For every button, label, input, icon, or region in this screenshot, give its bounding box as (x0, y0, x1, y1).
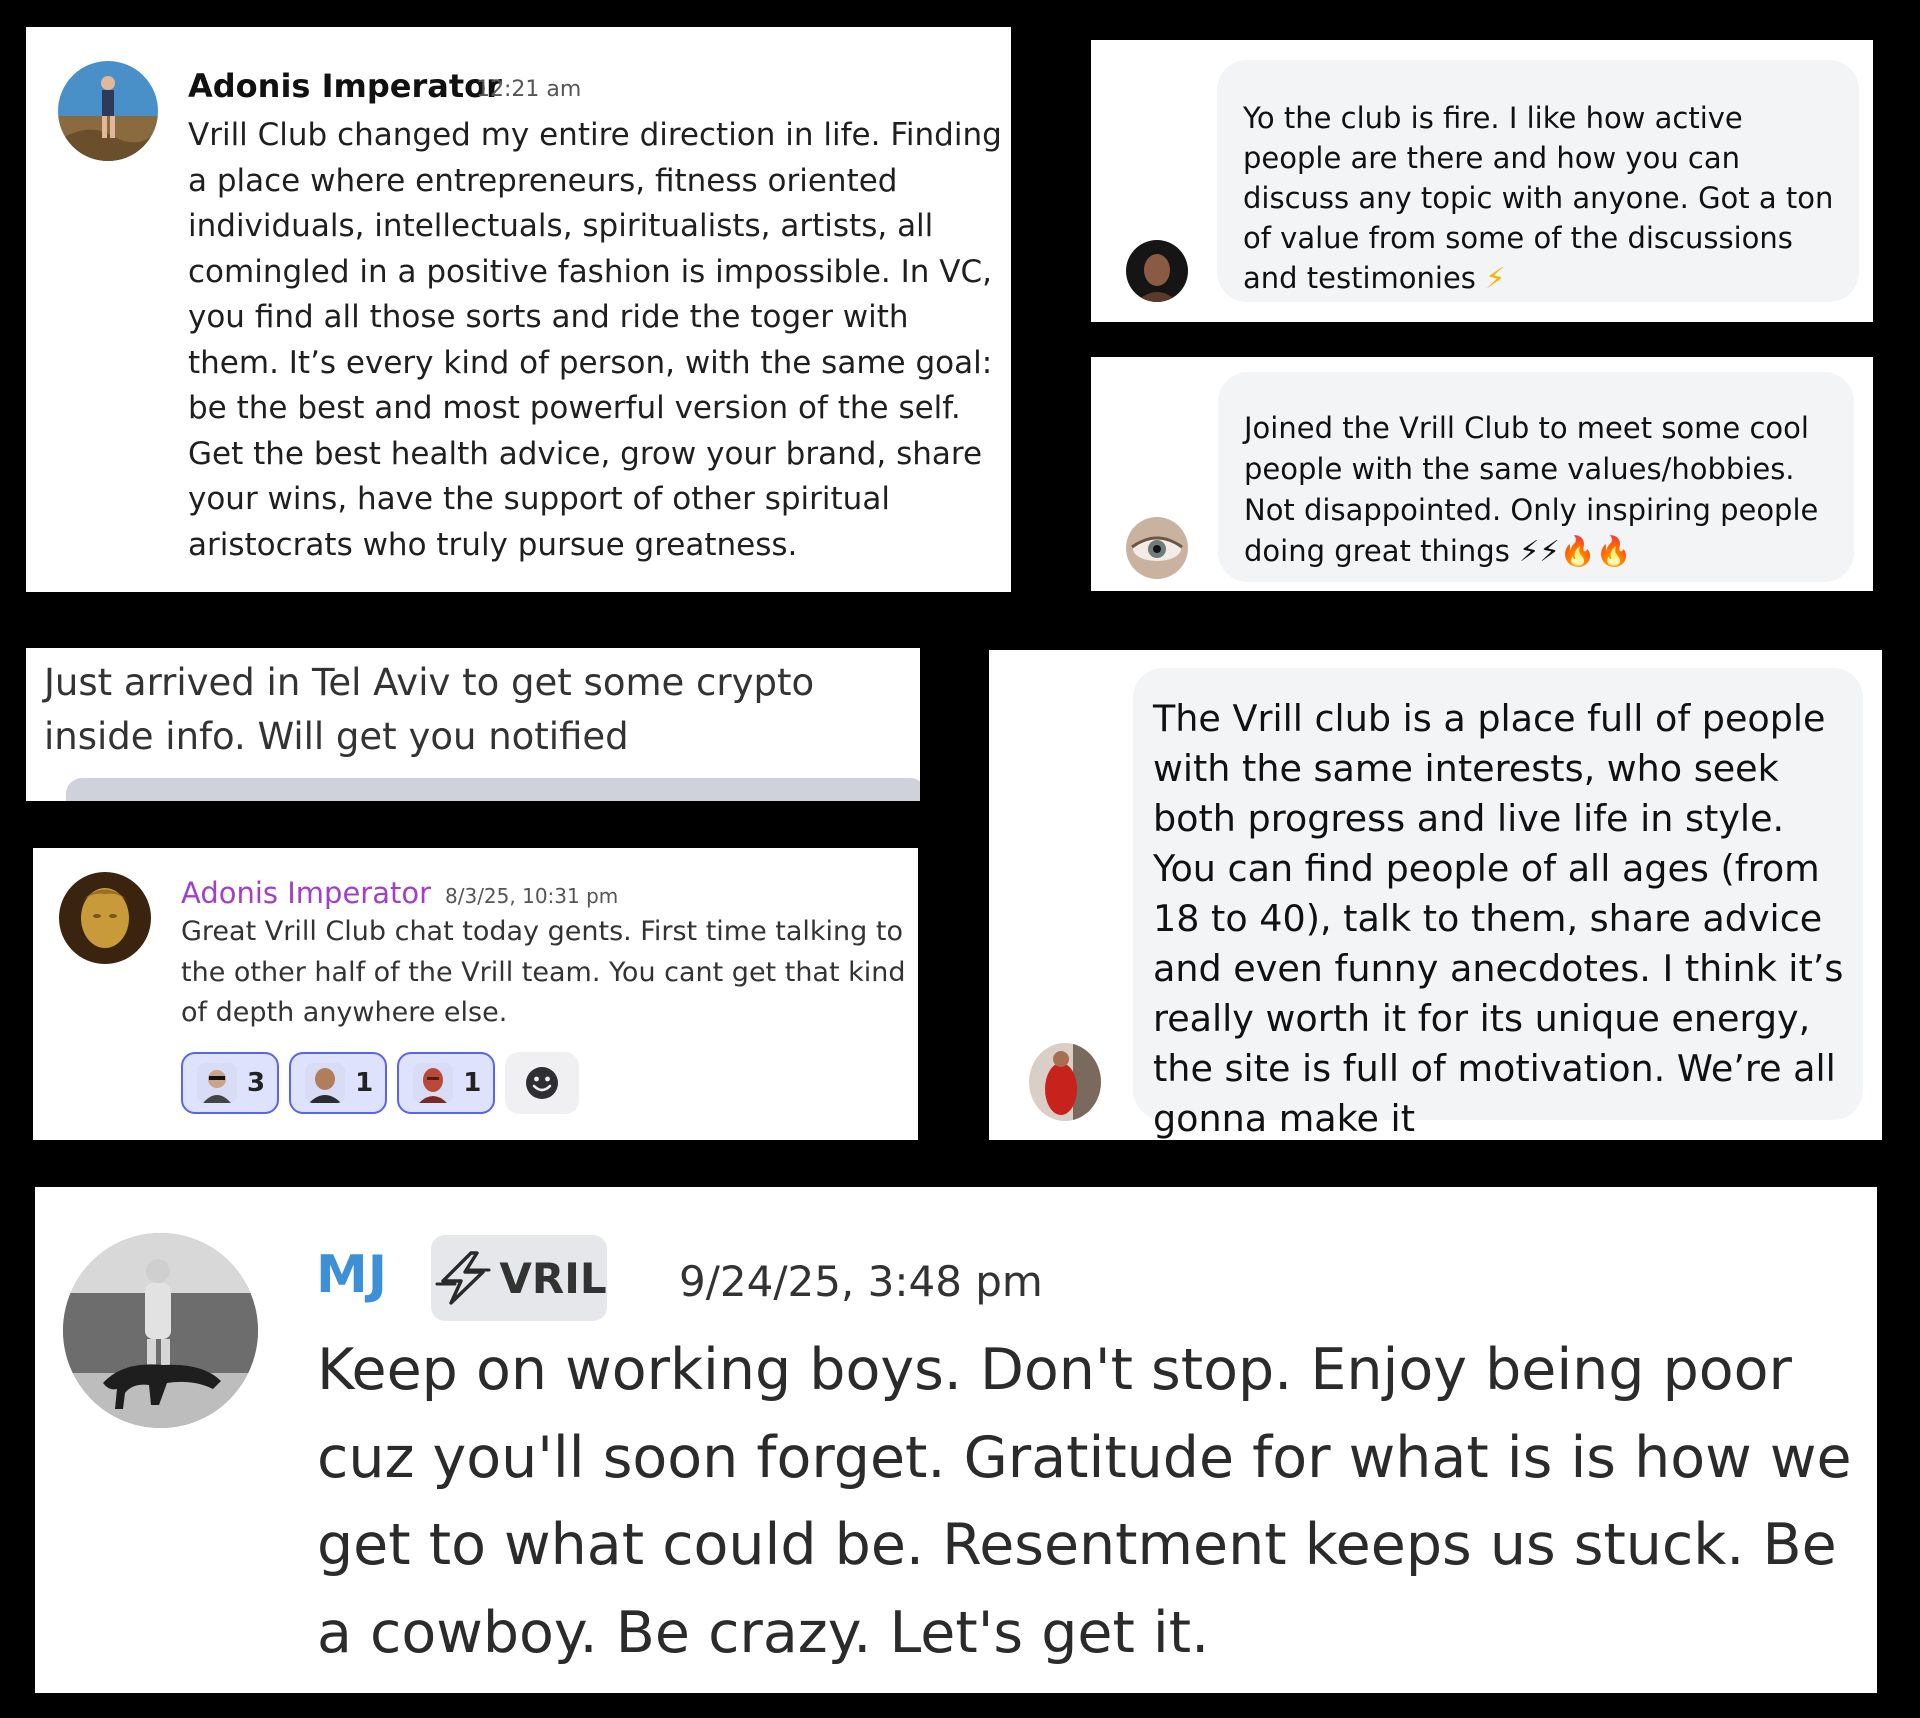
message-text: Just arrived in Tel Aviv to get some cry… (44, 661, 815, 758)
role-tag-label: VRIL (499, 1253, 607, 1303)
testimonial-card-7: MJ VRIL 9/24/25, 3:48 pm Keep on working… (35, 1187, 1877, 1693)
message-text: Keep on working boys. Don't stop. Enjoy … (317, 1337, 1852, 1666)
message-timestamp: 9/24/25, 3:48 pm (679, 1257, 1043, 1306)
message-content: Yo the club is fire. I like how active p… (1243, 98, 1843, 298)
message-input-edge (66, 778, 920, 801)
reaction-bald-man-icon (305, 1063, 346, 1103)
role-tag[interactable]: VRIL (431, 1235, 607, 1321)
message-text: Great Vrill Club chat today gents. First… (181, 916, 906, 1028)
avatar-man-on-rocks[interactable] (58, 61, 158, 161)
reaction-masked-man-icon (413, 1063, 454, 1103)
testimonial-card-6: The Vrill club is a place full of people… (989, 650, 1882, 1140)
lightning-emoji: ⚡ (1485, 261, 1506, 295)
message-text: Vrill Club changed my entire direction i… (188, 117, 1002, 563)
message-bubble: Joined the Vrill Club to meet some cool … (1218, 372, 1854, 582)
testimonial-card-4: Just arrived in Tel Aviv to get some cry… (26, 648, 920, 801)
add-reaction-button[interactable] (505, 1052, 580, 1114)
message-timestamp: 12:21 am (476, 77, 582, 102)
testimonial-card-5: Adonis Imperator 8/3/25, 10:31 pm Great … (33, 848, 918, 1140)
reaction-man-sunglasses-icon (197, 1063, 237, 1103)
reaction-count: 3 (247, 1068, 266, 1098)
message-bubble: Yo the club is fire. I like how active p… (1217, 60, 1859, 302)
avatar-gold-statue[interactable] (59, 872, 151, 964)
message-timestamp: 8/3/25, 10:31 pm (445, 884, 619, 908)
avatar-dark-portrait[interactable] (1126, 240, 1188, 302)
testimonial-card-2: Yo the club is fire. I like how active p… (1091, 40, 1873, 322)
reaction-button[interactable]: 1 (397, 1052, 496, 1114)
testimonial-card-3: Joined the Vrill Club to meet some cool … (1091, 357, 1873, 591)
author-name[interactable]: Adonis Imperator (188, 67, 502, 105)
message-text: The Vrill club is a place full of people… (1153, 697, 1844, 1140)
reactions-bar: 3 1 1 (181, 1052, 580, 1114)
reaction-count: 1 (355, 1068, 374, 1098)
testimonial-card-1: Adonis Imperator 12:21 am Vrill Club cha… (26, 27, 1011, 592)
reaction-count: 1 (463, 1068, 482, 1098)
reaction-button[interactable]: 3 (181, 1052, 280, 1114)
avatar-eye[interactable] (1126, 517, 1188, 579)
author-name[interactable]: MJ (316, 1245, 387, 1305)
reaction-button[interactable]: 1 (289, 1052, 388, 1114)
message-text: Yo the club is fire. I like how active p… (1243, 101, 1834, 295)
avatar-red-figure[interactable] (1029, 1043, 1101, 1121)
message-content: Joined the Vrill Club to meet some cool … (1244, 408, 1844, 572)
add-reaction-icon (526, 1067, 559, 1099)
lightning-bolt-icon (435, 1251, 491, 1305)
emoji-row: ⚡⚡🔥🔥 (1519, 534, 1632, 568)
author-name[interactable]: Adonis Imperator (181, 876, 431, 910)
message-bubble: The Vrill club is a place full of people… (1133, 668, 1863, 1140)
avatar-man-with-dog[interactable] (63, 1233, 258, 1428)
